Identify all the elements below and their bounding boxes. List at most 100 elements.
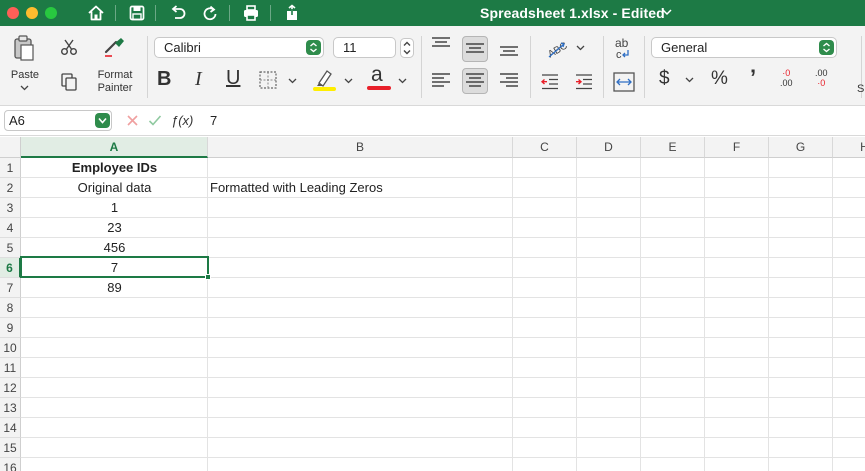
text-orientation-icon[interactable]: ABC <box>543 36 569 60</box>
share-icon[interactable] <box>282 3 302 23</box>
font-name-select[interactable]: Calibri <box>154 37 324 58</box>
align-center-icon <box>466 73 484 87</box>
name-box[interactable]: A6 <box>4 110 112 131</box>
chevron-down-icon[interactable] <box>576 45 585 51</box>
align-center-button[interactable] <box>462 68 488 94</box>
minimize-window-button[interactable] <box>26 7 38 19</box>
align-bottom-button[interactable] <box>496 36 522 62</box>
name-box-dropdown-button[interactable] <box>95 113 110 128</box>
grid-column-line <box>640 158 641 471</box>
paste-icon[interactable] <box>12 34 36 62</box>
column-header-d[interactable]: D <box>577 137 641 158</box>
formula-input[interactable]: 7 <box>210 113 217 128</box>
font-name-dropdown-button[interactable] <box>306 40 321 55</box>
print-icon[interactable] <box>241 3 261 23</box>
close-window-button[interactable] <box>7 7 19 19</box>
chevron-down-icon[interactable] <box>398 78 407 84</box>
chevron-down-icon[interactable] <box>662 8 672 16</box>
align-left-button[interactable] <box>428 68 454 94</box>
highlight-color-icon[interactable] <box>312 66 338 92</box>
select-all-corner[interactable] <box>0 137 21 158</box>
currency-format-button[interactable]: $ <box>659 68 670 90</box>
copy-icon[interactable] <box>60 72 78 92</box>
column-header-h[interactable]: H <box>833 137 865 158</box>
row-header-12[interactable]: 12 <box>0 378 21 398</box>
comma-style-button[interactable]: ’ <box>750 66 756 90</box>
underline-button[interactable]: U <box>226 67 240 89</box>
number-format-dropdown-button[interactable] <box>819 40 834 55</box>
cell-a1[interactable]: Employee IDs <box>21 158 208 178</box>
increase-indent-icon[interactable] <box>574 72 594 92</box>
row-header-15[interactable]: 15 <box>0 438 21 458</box>
fill-handle[interactable] <box>205 274 211 280</box>
row-header-9[interactable]: 9 <box>0 318 21 338</box>
bold-button[interactable]: B <box>157 68 171 90</box>
column-header-b[interactable]: B <box>208 137 513 158</box>
column-header-f[interactable]: F <box>705 137 769 158</box>
column-header-e[interactable]: E <box>641 137 705 158</box>
save-icon[interactable] <box>127 3 147 23</box>
percent-format-button[interactable]: % <box>711 68 728 90</box>
cell-a5[interactable]: 456 <box>21 238 208 258</box>
column-header-g[interactable]: G <box>769 137 833 158</box>
align-top-button[interactable] <box>428 32 454 58</box>
chevron-down-icon[interactable] <box>344 78 353 84</box>
italic-button[interactable]: I <box>195 68 202 90</box>
redo-icon[interactable] <box>200 3 220 23</box>
home-icon[interactable] <box>86 3 106 23</box>
cell-a3[interactable]: 1 <box>21 198 208 218</box>
row-header-7[interactable]: 7 <box>0 278 21 298</box>
cell-a4[interactable]: 23 <box>21 218 208 238</box>
spreadsheet-grid[interactable]: A B C D E F G H 1 2 3 4 5 6 7 8 9 10 11 12 13 14 15 16 Employee … <box>0 137 865 471</box>
row-header-14[interactable]: 14 <box>0 418 21 438</box>
increase-decimal-button[interactable]: ·0 .00 <box>780 68 793 88</box>
cell-a7[interactable]: 89 <box>21 278 208 298</box>
row-header-11[interactable]: 11 <box>0 358 21 378</box>
number-format-select[interactable]: General <box>651 37 837 58</box>
ribbon-divider <box>644 36 645 98</box>
up-down-chevron-icon <box>310 42 317 53</box>
row-header-3[interactable]: 3 <box>0 198 21 218</box>
column-header-c[interactable]: C <box>513 137 577 158</box>
styles-overflow-label[interactable]: S <box>857 83 864 96</box>
cell-a2[interactable]: Original data <box>21 178 208 198</box>
toolbar-divider <box>155 5 156 21</box>
grid-row-line <box>21 397 865 398</box>
borders-icon[interactable] <box>258 70 278 90</box>
chevron-down-icon[interactable] <box>288 78 297 84</box>
align-right-button[interactable] <box>496 68 522 94</box>
font-size-stepper-icon[interactable] <box>400 38 414 58</box>
merge-cells-icon[interactable] <box>612 71 636 93</box>
align-middle-icon <box>466 43 484 53</box>
row-header-1[interactable]: 1 <box>0 158 21 178</box>
confirm-entry-icon[interactable] <box>148 114 162 127</box>
font-size-value: 11 <box>343 40 357 55</box>
paste-button[interactable]: Paste <box>5 69 45 82</box>
chevron-down-icon[interactable] <box>685 77 694 83</box>
align-middle-button[interactable] <box>462 36 488 62</box>
zoom-window-button[interactable] <box>45 7 57 19</box>
row-header-13[interactable]: 13 <box>0 398 21 418</box>
cell-b2[interactable]: Formatted with Leading Zeros <box>210 178 383 198</box>
insert-function-button[interactable]: ƒ(x) <box>171 113 193 128</box>
row-header-5[interactable]: 5 <box>0 238 21 258</box>
cancel-entry-icon[interactable] <box>126 114 139 127</box>
undo-icon[interactable] <box>168 3 188 23</box>
font-size-input[interactable]: 11 <box>333 37 396 58</box>
column-header-a[interactable]: A <box>21 137 208 158</box>
row-header-16[interactable]: 16 <box>0 458 21 471</box>
row-header-10[interactable]: 10 <box>0 338 21 358</box>
format-painter-button[interactable]: Format Painter <box>92 69 138 95</box>
row-header-8[interactable]: 8 <box>0 298 21 318</box>
row-header-2[interactable]: 2 <box>0 178 21 198</box>
row-header-4[interactable]: 4 <box>0 218 21 238</box>
decrease-indent-icon[interactable] <box>540 72 560 92</box>
chevron-down-icon[interactable] <box>20 85 29 91</box>
row-header-6[interactable]: 6 <box>0 258 21 278</box>
cut-icon[interactable] <box>60 38 78 56</box>
formula-bar: A6 ƒ(x) 7 <box>0 106 865 136</box>
font-color-button[interactable]: a <box>371 64 383 86</box>
format-painter-icon[interactable] <box>103 36 127 58</box>
decrease-decimal-button[interactable]: .00 ·0 <box>815 68 828 88</box>
font-color-bar-icon <box>367 86 391 90</box>
